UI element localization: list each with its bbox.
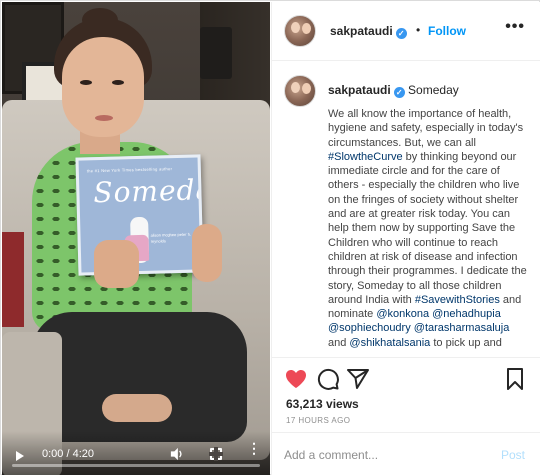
- caption-header: sakpataudi ✓ Someday: [328, 83, 459, 98]
- video-player[interactable]: the #1 New York Times bestselling author…: [2, 2, 270, 475]
- action-bar: [272, 365, 540, 393]
- video-controls: 0:00 / 4:20 ⋮: [2, 431, 270, 475]
- mention-link[interactable]: @tarasharmasaluja: [414, 322, 510, 334]
- person-lips: [95, 115, 113, 121]
- mention-link[interactable]: @nehadhupia: [432, 308, 501, 320]
- caption-text-segment: and: [328, 336, 350, 349]
- mention-link[interactable]: @shikhatalsania: [349, 337, 430, 349]
- verified-badge-icon: ✓: [393, 87, 405, 98]
- person-eye: [80, 80, 92, 85]
- person-hair-bun: [82, 8, 118, 32]
- fullscreen-icon[interactable]: [209, 447, 223, 461]
- mention-link[interactable]: @konkona: [376, 308, 429, 320]
- person-legs: [32, 312, 247, 442]
- caption-text-segment: We all know the importance of health, hy…: [328, 108, 524, 149]
- avatar[interactable]: [284, 15, 316, 47]
- add-comment-bar: Post: [272, 432, 540, 475]
- mention-link[interactable]: @sophiechoudry: [328, 322, 411, 334]
- cushion: [2, 232, 24, 327]
- person-hand: [94, 240, 139, 288]
- comment-input[interactable]: [284, 446, 484, 464]
- views-count[interactable]: 63,213 views: [286, 397, 359, 411]
- video-time: 0:00 / 4:20: [42, 448, 94, 460]
- person-face: [62, 37, 144, 137]
- post-dialog: the #1 New York Times bestselling author…: [0, 0, 540, 475]
- caption-text-segment: by thinking beyond our immediate circle …: [328, 150, 527, 306]
- book-tagline: the #1 New York Times bestselling author: [86, 166, 173, 174]
- play-icon[interactable]: [16, 451, 24, 461]
- person-eye: [112, 80, 124, 85]
- avatar[interactable]: [284, 75, 316, 107]
- caption-area: sakpataudi ✓ Someday We all know the impo…: [272, 62, 540, 358]
- progress-bar[interactable]: [12, 464, 260, 467]
- follow-button[interactable]: Follow: [428, 24, 466, 38]
- book-title: Someday: [92, 172, 204, 210]
- person-foot: [102, 394, 172, 422]
- bookmark-icon[interactable]: [503, 367, 527, 391]
- comment-icon[interactable]: [316, 367, 340, 391]
- caption-username[interactable]: sakpataudi: [328, 83, 391, 97]
- caption-title: Someday: [408, 83, 459, 97]
- caption-text: We all know the importance of health, hy…: [328, 107, 530, 350]
- heart-icon[interactable]: [284, 367, 308, 391]
- video-more-icon[interactable]: ⋮: [247, 441, 261, 455]
- post-header: sakpataudi ✓ • Follow •••: [272, 2, 540, 61]
- hashtag-link[interactable]: #SavewithStories: [415, 294, 500, 306]
- volume-icon[interactable]: [170, 447, 184, 461]
- share-icon[interactable]: [346, 367, 370, 391]
- more-options-icon[interactable]: •••: [505, 18, 525, 36]
- post-timestamp[interactable]: 17 HOURS AGO: [286, 416, 350, 425]
- post-panel: sakpataudi ✓ • Follow ••• sakpataudi ✓ Som…: [271, 2, 540, 475]
- person-hand: [192, 224, 222, 282]
- verified-badge-icon: ✓: [395, 28, 407, 39]
- username-text[interactable]: sakpataudi: [330, 24, 393, 38]
- separator-dot: •: [416, 23, 421, 37]
- header-username[interactable]: sakpataudi ✓: [330, 24, 407, 39]
- caption-text-segment: to pick up and: [430, 336, 502, 349]
- hashtag-link[interactable]: #SlowtheCurve: [328, 151, 403, 163]
- speaker: [200, 27, 232, 79]
- post-button[interactable]: Post: [501, 448, 525, 462]
